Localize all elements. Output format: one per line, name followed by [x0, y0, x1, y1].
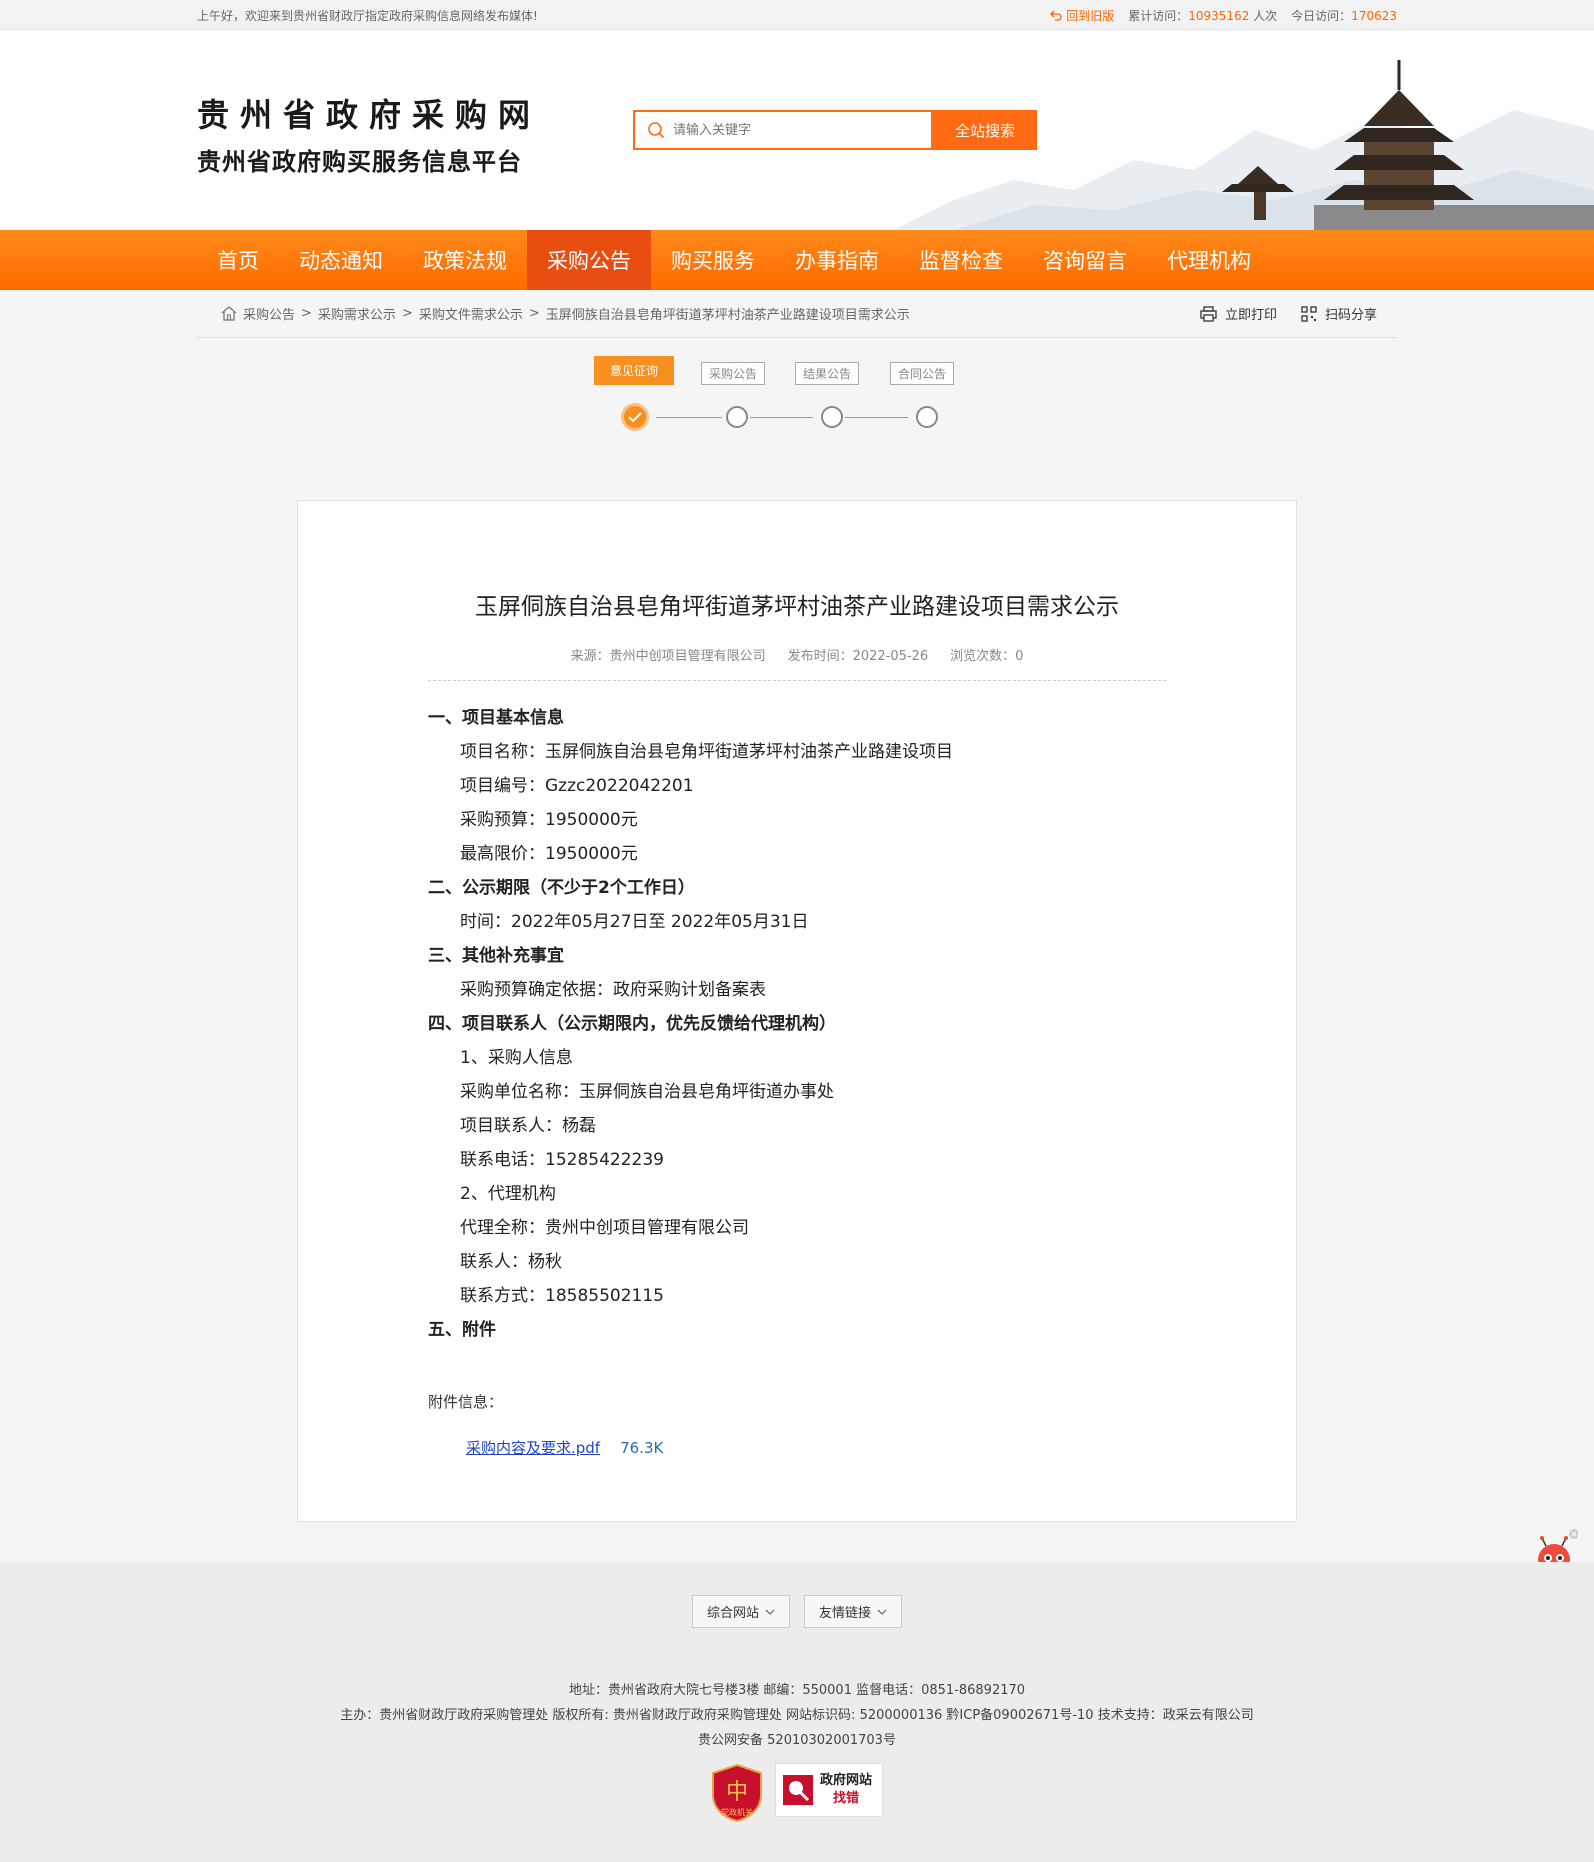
site-header: 贵州省政府采购网 贵州省政府购买服务信息平台 全站搜索 [0, 30, 1594, 230]
paragraph: 联系电话：15285422239 [460, 1150, 664, 1170]
site-search-button[interactable]: 全站搜索 [933, 110, 1037, 150]
breadcrumb-row: 采购公告 > 采购需求公示 > 采购文件需求公示 > 玉屏侗族自治县皂角坪街道茅坪村油… [197, 290, 1397, 338]
friend-links-select[interactable]: 友情链接 [804, 1595, 903, 1628]
section-heading: 五、附件 [428, 1320, 496, 1340]
step-label-contract[interactable]: 合同公告 [890, 362, 955, 385]
step-label-announcement[interactable]: 采购公告 [701, 362, 766, 385]
step-label-consultation[interactable]: 意见征询 [594, 356, 675, 385]
home-icon [221, 306, 237, 321]
nav-agency[interactable]: 代理机构 [1147, 230, 1271, 290]
site-logo[interactable]: 贵州省政府采购网 贵州省政府购买服务信息平台 [197, 90, 541, 177]
footer-address: 地址：贵州省政府大院七号楼3楼 邮编：550001 监督电话：0851-8689… [568, 1683, 1026, 1698]
logo-title: 贵州省政府采购网 [197, 96, 542, 134]
divider [428, 680, 1166, 681]
footer-police-record: 贵公网安备 52010302001703号 [698, 1733, 896, 1748]
return-icon [1050, 10, 1062, 21]
breadcrumb-current: 玉屏侗族自治县皂角坪街道茅坪村油茶产业路建设项目需求公示 [545, 308, 910, 323]
paragraph: 项目联系人：杨磊 [460, 1116, 596, 1136]
breadcrumb-item[interactable]: 采购公告 [243, 304, 295, 323]
paragraph: 采购预算：1950000元 [460, 810, 638, 830]
welcome-text: 上午好，欢迎来到贵州省财政厅指定政府采购信息网络发布媒体! [197, 8, 538, 23]
nav-news[interactable]: 动态通知 [279, 230, 403, 290]
article-body: 一、项目基本信息 项目名称：玉屏侗族自治县皂角坪街道茅坪村油茶产业路建设项目 项… [428, 701, 1166, 1465]
section-heading: 三、其他补充事宜 [428, 946, 564, 966]
step-dot-active [621, 403, 649, 431]
breadcrumb-item[interactable]: 采购需求公示 [318, 304, 396, 323]
nav-consult[interactable]: 咨询留言 [1023, 230, 1147, 290]
qr-code-icon [1301, 305, 1317, 322]
print-button[interactable]: 立即打印 [1200, 304, 1277, 323]
step-dot [726, 406, 748, 428]
attachment-title: 附件信息： [428, 1393, 504, 1411]
section-heading: 一、项目基本信息 [428, 708, 564, 728]
nav-supervision[interactable]: 监督检查 [899, 230, 1023, 290]
logo-subtitle: 贵州省政府购买服务信息平台 [197, 147, 522, 176]
site-search: 全站搜索 [633, 110, 1037, 150]
nav-procurement-notice[interactable]: 采购公告 [527, 230, 651, 290]
top-bar: 上午好，欢迎来到贵州省财政厅指定政府采购信息网络发布媒体! 回到旧版 累计访问：… [0, 0, 1594, 30]
procurement-progress: 意见征询 采购公告 结果公告 合同公告 [197, 338, 1397, 498]
paragraph: 联系人：杨秋 [460, 1252, 562, 1272]
step-label-result[interactable]: 结果公告 [795, 362, 860, 385]
breadcrumb: 采购公告 > 采购需求公示 > 采购文件需求公示 > 玉屏侗族自治县皂角坪街道茅坪村油… [197, 304, 910, 323]
check-icon [628, 412, 642, 423]
article-publish-time: 发布时间：2022-05-26 [787, 649, 929, 664]
chevron-down-icon [765, 1609, 775, 1615]
nav-purchase-service[interactable]: 购买服务 [651, 230, 775, 290]
share-qr-button[interactable]: 扫码分享 [1301, 304, 1377, 323]
step-connector [750, 417, 813, 418]
breadcrumb-item[interactable]: 采购文件需求公示 [419, 304, 523, 323]
back-to-old-version-link[interactable]: 回到旧版 [1050, 7, 1114, 24]
today-visits: 今日访问：170623 [1291, 8, 1397, 23]
footer-info: 地址：贵州省政府大院七号楼3楼 邮编：550001 监督电话：0851-8689… [0, 1678, 1594, 1753]
article-source: 来源：贵州中创项目管理有限公司 [570, 649, 766, 664]
printer-icon [1200, 305, 1217, 322]
step-dot [916, 406, 938, 428]
paragraph: 联系方式：18585502115 [460, 1286, 664, 1306]
article-meta: 来源：贵州中创项目管理有限公司 发布时间：2022-05-26 浏览次数：0 [298, 645, 1296, 664]
paragraph: 1、采购人信息 [460, 1048, 573, 1068]
article-title: 玉屏侗族自治县皂角坪街道茅坪村油茶产业路建设项目需求公示 [475, 594, 1119, 620]
svg-text:中: 中 [726, 1780, 748, 1805]
nav-policy[interactable]: 政策法规 [403, 230, 527, 290]
paragraph: 项目名称：玉屏侗族自治县皂角坪街道茅坪村油茶产业路建设项目 [460, 742, 953, 762]
footer-copyright: 主办：贵州省财政厅政府采购管理处 版权所有: 贵州省财政厅政府采购管理处 网站标… [340, 1708, 1254, 1723]
main-nav: 首页 动态通知 政策法规 采购公告 购买服务 办事指南 监督检查 咨询留言 代理… [0, 230, 1594, 290]
paragraph: 最高限价：1950000元 [460, 844, 638, 864]
step-connector [845, 417, 908, 418]
site-footer: 综合网站 友情链接 地址：贵州省政府大院七号楼3楼 邮编：550001 监督电话… [0, 1562, 1594, 1862]
nav-guide[interactable]: 办事指南 [775, 230, 899, 290]
section-heading: 四、项目联系人（公示期限内，优先反馈给代理机构） [428, 1014, 836, 1034]
attachment-size: 76.3K [620, 1439, 664, 1457]
general-sites-select[interactable]: 综合网站 [691, 1595, 790, 1628]
paragraph: 时间：2022年05月27日至 2022年05月31日 [460, 912, 809, 932]
svg-text:党政机关: 党政机关 [721, 1807, 753, 1817]
total-visits: 累计访问：10935162 人次 [1128, 8, 1278, 23]
section-heading: 二、公示期限（不少于2个工作日） [428, 878, 695, 898]
chevron-down-icon [877, 1609, 887, 1615]
paragraph: 代理全称：贵州中创项目管理有限公司 [460, 1218, 749, 1238]
article-views: 浏览次数：0 [950, 649, 1024, 664]
paragraph: 采购预算确定依据：政府采购计划备案表 [460, 980, 766, 1000]
paragraph: 项目编号：Gzzc2022042201 [460, 776, 694, 796]
step-connector [656, 417, 722, 418]
search-input[interactable] [673, 122, 913, 138]
nav-home[interactable]: 首页 [197, 230, 279, 290]
party-government-badge[interactable]: 中 党政机关 [711, 1763, 763, 1823]
search-icon [648, 122, 665, 139]
website-error-report-badge[interactable]: 政府网站 找错 [775, 1763, 883, 1817]
attachment-link[interactable]: 采购内容及要求.pdf [466, 1431, 600, 1465]
paragraph: 2、代理机构 [460, 1184, 556, 1204]
attachment-row: 采购内容及要求.pdf 76.3K [428, 1431, 1166, 1465]
article-container: 玉屏侗族自治县皂角坪街道茅坪村油茶产业路建设项目需求公示 来源：贵州中创项目管理… [297, 500, 1297, 1522]
paragraph: 采购单位名称：玉屏侗族自治县皂角坪街道办事处 [460, 1082, 834, 1102]
search-box [633, 110, 933, 150]
magnifier-icon [783, 1775, 813, 1805]
step-dot [821, 406, 843, 428]
